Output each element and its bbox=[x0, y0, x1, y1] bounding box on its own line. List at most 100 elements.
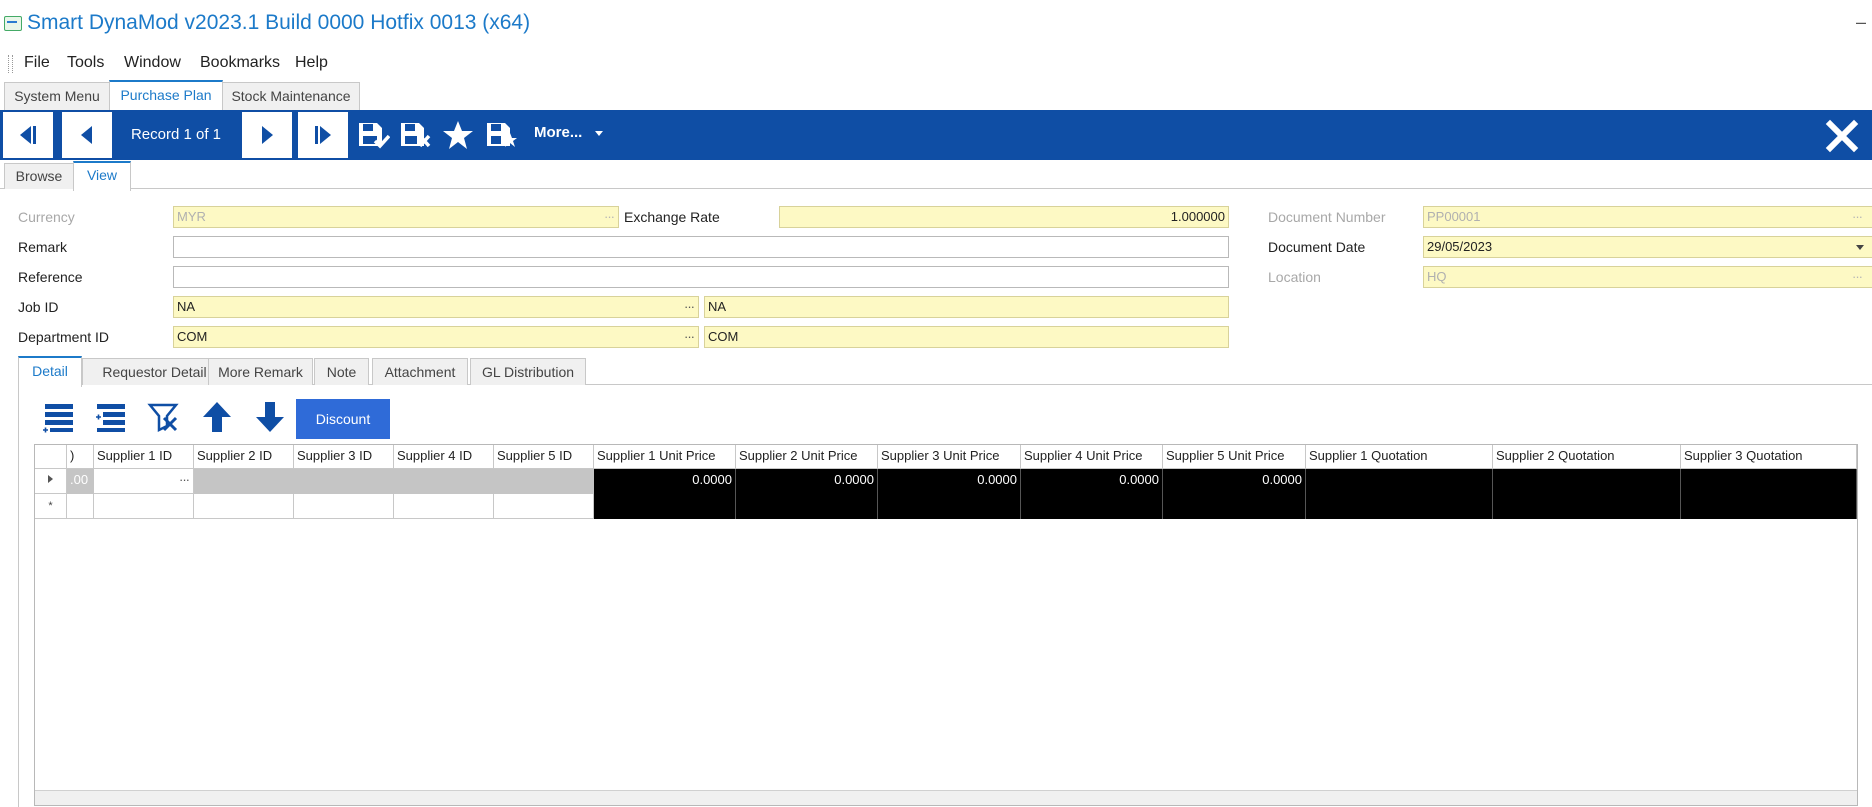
table-cell[interactable] bbox=[1493, 469, 1681, 519]
move-up-button[interactable] bbox=[200, 400, 234, 434]
grid-column-header[interactable]: Supplier 4 ID bbox=[394, 445, 494, 469]
add-row-button[interactable] bbox=[42, 400, 76, 434]
tab-purchase-plan[interactable]: Purchase Plan bbox=[109, 80, 223, 110]
menu-help[interactable]: Help bbox=[295, 54, 328, 72]
tab-browse[interactable]: Browse bbox=[4, 163, 74, 189]
save-button[interactable] bbox=[356, 119, 391, 151]
tab-note[interactable]: Note bbox=[314, 358, 369, 385]
ellipsis-icon[interactable]: ··· bbox=[1852, 207, 1863, 227]
last-record-button[interactable] bbox=[298, 112, 349, 158]
grid-column-header[interactable]: Supplier 2 Unit Price bbox=[736, 445, 878, 469]
table-cell[interactable]: 0.0000 bbox=[736, 469, 878, 519]
grid-column-header[interactable]: Supplier 3 ID bbox=[294, 445, 394, 469]
ellipsis-icon[interactable]: ··· bbox=[1852, 267, 1863, 287]
reference-label: Reference bbox=[18, 269, 83, 285]
tab-view[interactable]: View bbox=[73, 161, 131, 191]
first-record-button[interactable] bbox=[3, 112, 54, 158]
minimize-button[interactable]: – bbox=[1856, 12, 1866, 33]
grid-column-header[interactable]: ) bbox=[67, 445, 94, 469]
discount-button[interactable]: Discount bbox=[296, 399, 390, 439]
tab-attachment[interactable]: Attachment bbox=[372, 358, 468, 385]
currency-field[interactable]: MYR ··· bbox=[173, 206, 619, 228]
grid-column-header[interactable]: Supplier 4 Unit Price bbox=[1021, 445, 1163, 469]
detail-grid[interactable]: ) Supplier 1 ID Supplier 2 ID Supplier 3… bbox=[34, 444, 1858, 806]
job-id-field[interactable]: NA ··· bbox=[173, 296, 699, 318]
tab-gl-distribution[interactable]: GL Distribution bbox=[470, 358, 586, 385]
table-cell[interactable]: 0.0000 bbox=[1163, 469, 1306, 519]
document-date-field[interactable]: 29/05/2023 bbox=[1423, 236, 1872, 258]
table-cell[interactable]: 0.0000 bbox=[594, 469, 736, 519]
delete-row-button[interactable] bbox=[147, 400, 181, 434]
table-cell[interactable] bbox=[1306, 469, 1493, 519]
grid-column-header[interactable]: Supplier 3 Quotation bbox=[1681, 445, 1857, 469]
ellipsis-icon[interactable]: ··· bbox=[684, 327, 695, 347]
table-cell[interactable] bbox=[294, 469, 394, 494]
document-number-field[interactable]: PP00001 ··· bbox=[1423, 206, 1872, 228]
grid-column-header[interactable]: Supplier 1 Quotation bbox=[1306, 445, 1493, 469]
move-down-button[interactable] bbox=[253, 400, 287, 434]
new-row-cell[interactable] bbox=[294, 494, 394, 519]
detail-tabs: Detail Requestor Detail More Remark Note… bbox=[18, 356, 1872, 387]
tab-stock-maintenance[interactable]: Stock Maintenance bbox=[222, 82, 360, 110]
current-row-indicator[interactable] bbox=[35, 469, 67, 494]
remark-label: Remark bbox=[18, 239, 68, 255]
cancel-save-button[interactable] bbox=[398, 119, 432, 151]
grid-column-header[interactable]: Supplier 2 ID bbox=[194, 445, 294, 469]
grid-column-header[interactable]: Supplier 5 ID bbox=[494, 445, 594, 469]
next-record-button[interactable] bbox=[242, 112, 293, 158]
table-cell-supplier-1-id[interactable]: ··· bbox=[94, 469, 194, 494]
next-record-icon bbox=[262, 126, 273, 144]
grid-column-header[interactable]: Supplier 5 Unit Price bbox=[1163, 445, 1306, 469]
menu-tools[interactable]: Tools bbox=[67, 54, 104, 72]
job-description-field: NA bbox=[704, 296, 1229, 318]
table-cell[interactable]: 0.0000 bbox=[1021, 469, 1163, 519]
previous-record-button[interactable] bbox=[62, 112, 113, 158]
reference-field[interactable] bbox=[173, 266, 1229, 288]
save-icon bbox=[359, 123, 391, 149]
new-row-cell[interactable] bbox=[494, 494, 594, 519]
table-cell[interactable] bbox=[194, 469, 294, 494]
location-field[interactable]: HQ ··· bbox=[1423, 266, 1872, 288]
ellipsis-icon[interactable]: ··· bbox=[684, 297, 695, 317]
table-cell[interactable] bbox=[1681, 469, 1857, 519]
location-value: HQ bbox=[1427, 269, 1447, 284]
new-row-cell[interactable] bbox=[194, 494, 294, 519]
bookmark-button[interactable] bbox=[441, 119, 475, 151]
tab-system-menu[interactable]: System Menu bbox=[4, 82, 110, 110]
horizontal-scrollbar[interactable] bbox=[35, 790, 1857, 805]
ellipsis-icon[interactable]: ··· bbox=[604, 207, 615, 227]
menu-file[interactable]: File bbox=[24, 54, 50, 72]
view-mode-tabs: Browse View bbox=[0, 160, 1872, 191]
grid-column-header[interactable]: Supplier 1 Unit Price bbox=[594, 445, 736, 469]
table-cell[interactable]: .00 bbox=[67, 469, 94, 494]
table-cell[interactable] bbox=[394, 469, 494, 494]
exchange-rate-field[interactable]: 1.000000 bbox=[779, 206, 1229, 228]
department-id-field[interactable]: COM ··· bbox=[173, 326, 699, 348]
department-id-label: Department ID bbox=[18, 329, 110, 345]
new-row-cell[interactable] bbox=[94, 494, 194, 519]
new-row-indicator[interactable]: * bbox=[35, 494, 67, 519]
table-cell[interactable]: 0.0000 bbox=[878, 469, 1021, 519]
menu-bar: File Tools Window Bookmarks Help bbox=[0, 50, 1872, 78]
menu-bookmarks[interactable]: Bookmarks bbox=[200, 54, 280, 72]
grid-column-header[interactable]: Supplier 3 Unit Price bbox=[878, 445, 1021, 469]
close-form-button[interactable] bbox=[1822, 116, 1862, 156]
new-row-cell[interactable] bbox=[394, 494, 494, 519]
ellipsis-icon[interactable]: ··· bbox=[179, 469, 190, 491]
tab-detail[interactable]: Detail bbox=[18, 356, 82, 387]
new-row-cell[interactable] bbox=[67, 494, 94, 519]
tab-requestor-detail[interactable]: Requestor Detail bbox=[82, 358, 227, 385]
chevron-down-icon[interactable] bbox=[1856, 245, 1864, 250]
insert-row-icon bbox=[96, 404, 125, 432]
table-cell[interactable] bbox=[494, 469, 594, 494]
insert-row-button[interactable] bbox=[94, 400, 128, 434]
grid-column-header[interactable]: Supplier 2 Quotation bbox=[1493, 445, 1681, 469]
remark-field[interactable] bbox=[173, 236, 1229, 258]
tab-more-remark[interactable]: More Remark bbox=[208, 358, 313, 385]
save-template-button[interactable] bbox=[484, 119, 518, 151]
more-menu-button[interactable]: More... bbox=[534, 124, 582, 141]
currency-label: Currency bbox=[18, 209, 75, 225]
grid-column-header[interactable]: Supplier 1 ID bbox=[94, 445, 194, 469]
exchange-rate-label: Exchange Rate bbox=[624, 209, 720, 225]
menu-window[interactable]: Window bbox=[124, 54, 181, 72]
